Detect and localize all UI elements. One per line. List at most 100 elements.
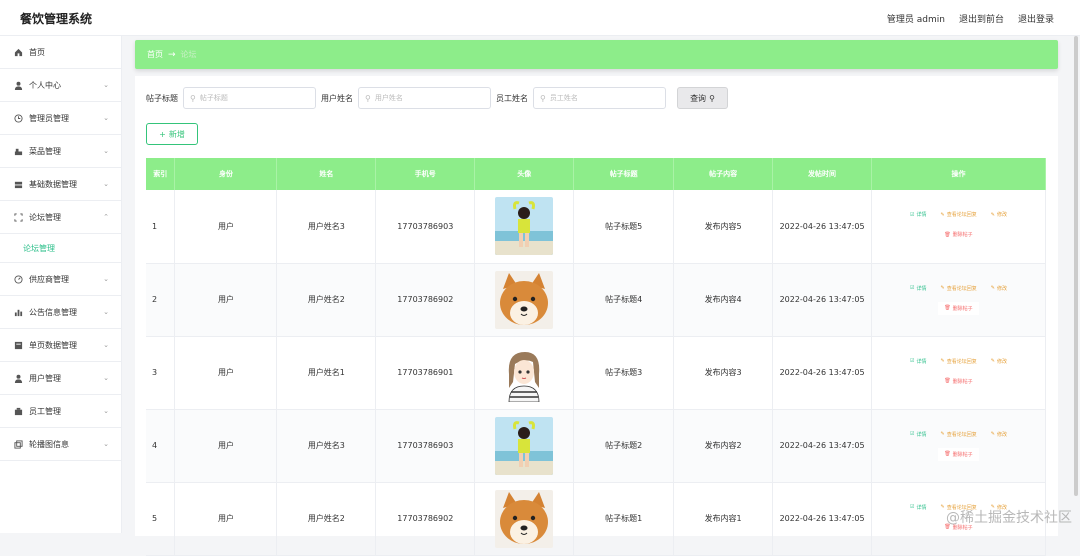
staff-search-placeholder: 员工姓名 (550, 93, 578, 103)
column-header[interactable]: 手机号 (376, 158, 475, 190)
breadcrumb: 首页 → 论坛 (135, 40, 1058, 69)
view-replies-button[interactable]: ✎查看论坛回复 (941, 285, 977, 292)
detail-button[interactable]: ☑详情 (910, 504, 927, 511)
delete-post-button[interactable]: 🗑删除帖子 (938, 375, 978, 388)
edit-label: 修改 (997, 358, 1007, 365)
view-replies-button[interactable]: ✎查看论坛回复 (941, 431, 977, 438)
add-button[interactable]: + 新增 (146, 123, 198, 145)
view-replies-label: 查看论坛回复 (947, 285, 977, 292)
delete-post-button[interactable]: 🗑删除帖子 (938, 302, 978, 315)
column-header[interactable]: 姓名 (277, 158, 376, 190)
column-header[interactable]: 头像 (475, 158, 574, 190)
chevron-down-icon: ⌄ (103, 275, 109, 283)
row-avatar-cell (475, 482, 574, 555)
check-icon: ☑ (910, 285, 914, 291)
chevron-down-icon: ⌄ (103, 308, 109, 316)
scrollbar[interactable] (1074, 36, 1078, 496)
avatar[interactable] (495, 271, 553, 329)
username-search-input[interactable]: ⚲ 用户姓名 (358, 87, 491, 109)
sidebar-item-home[interactable]: 首页 (0, 36, 121, 69)
row-title: 帖子标题4 (574, 263, 674, 336)
row-role: 用户 (175, 336, 277, 409)
column-header: 操作 (872, 158, 1046, 190)
row-ops-cell: ☑详情 ✎查看论坛回复 ✎修改 🗑删除帖子 (872, 336, 1046, 409)
column-header[interactable]: 帖子标题 (574, 158, 674, 190)
breadcrumb-home[interactable]: 首页 (147, 49, 163, 60)
column-header[interactable]: 发帖时间 (773, 158, 872, 190)
submenu-item-forum[interactable]: 论坛管理 (0, 234, 121, 263)
detail-button[interactable]: ☑详情 (910, 285, 927, 292)
trash-icon: 🗑 (944, 378, 950, 384)
sidebar-item-notices[interactable]: 公告信息管理 ⌄ (0, 296, 121, 329)
gauge-icon (13, 274, 23, 284)
title-search-input[interactable]: ⚲ 帖子标题 (183, 87, 316, 109)
sidebar-item-forum[interactable]: 论坛管理 ⌃ (0, 201, 121, 234)
delete-post-button[interactable]: 🗑删除帖子 (938, 228, 978, 241)
row-role: 用户 (175, 190, 277, 263)
sidebar-item-dishes[interactable]: 菜品管理 ⌄ (0, 135, 121, 168)
view-replies-button[interactable]: ✎查看论坛回复 (941, 358, 977, 365)
row-role: 用户 (175, 482, 277, 555)
sidebar-item-base-data[interactable]: 基础数据管理 ⌄ (0, 168, 121, 201)
detail-button[interactable]: ☑详情 (910, 358, 927, 365)
trash-icon: 🗑 (944, 232, 950, 238)
sidebar-item-staff[interactable]: 员工管理 ⌄ (0, 395, 121, 428)
check-icon: ☑ (910, 358, 914, 364)
submenu-item-label: 论坛管理 (23, 243, 55, 254)
plus-icon: + (159, 130, 166, 139)
database-icon (13, 179, 23, 189)
row-avatar-cell (475, 263, 574, 336)
row-content: 发布内容4 (674, 263, 773, 336)
row-phone: 17703786902 (376, 263, 475, 336)
row-content: 发布内容5 (674, 190, 773, 263)
staff-search-input[interactable]: ⚲ 员工姓名 (533, 87, 666, 109)
admin-label: 管理员 admin (887, 12, 945, 25)
sidebar-item-label: 基础数据管理 (29, 179, 77, 190)
arrow-right-icon: → (168, 50, 176, 60)
chevron-down-icon: ⌄ (103, 114, 109, 122)
chevron-down-icon: ⌄ (103, 374, 109, 382)
sidebar-item-users[interactable]: 用户管理 ⌄ (0, 362, 121, 395)
edit-button[interactable]: ✎修改 (991, 358, 1007, 365)
sidebar-item-suppliers[interactable]: 供应商管理 ⌄ (0, 263, 121, 296)
check-icon: ☑ (910, 504, 914, 510)
username-search-label: 用户姓名 (321, 93, 353, 104)
delete-post-button[interactable]: 🗑删除帖子 (938, 448, 978, 461)
row-avatar-cell (475, 409, 574, 482)
pencil-icon: ✎ (991, 431, 995, 437)
detail-button[interactable]: ☑详情 (910, 431, 927, 438)
edit-button[interactable]: ✎修改 (991, 211, 1007, 218)
row-content: 发布内容3 (674, 336, 773, 409)
to-front-link[interactable]: 退出到前台 (959, 12, 1004, 25)
row-index: 3 (146, 336, 175, 409)
sidebar-item-profile[interactable]: 个人中心 ⌄ (0, 69, 121, 102)
column-header[interactable]: 帖子内容 (674, 158, 773, 190)
sidebar-item-carousel[interactable]: 轮播图信息 ⌄ (0, 428, 121, 461)
breadcrumb-current: 论坛 (181, 49, 197, 60)
edit-button[interactable]: ✎修改 (991, 285, 1007, 292)
row-title: 帖子标题2 (574, 409, 674, 482)
row-index: 1 (146, 190, 175, 263)
row-time: 2022-04-26 13:47:05 (773, 190, 872, 263)
logout-link[interactable]: 退出登录 (1018, 12, 1054, 25)
avatar[interactable] (495, 197, 553, 255)
table-row: 3用户用户姓名117703786901帖子标题3发布内容32022-04-26 … (146, 336, 1046, 409)
detail-button[interactable]: ☑详情 (910, 211, 927, 218)
row-avatar-cell (475, 336, 574, 409)
avatar[interactable] (495, 344, 553, 402)
content-panel: 帖子标题 ⚲ 帖子标题 用户姓名 ⚲ 用户姓名 员工姓名 ⚲ 员工姓名 查询 ⚲… (135, 76, 1058, 536)
avatar[interactable] (495, 417, 553, 475)
sidebar-item-single-page[interactable]: 单页数据管理 ⌄ (0, 329, 121, 362)
table-row: 4用户用户姓名317703786903帖子标题2发布内容22022-04-26 … (146, 409, 1046, 482)
search-button[interactable]: 查询 ⚲ (677, 87, 728, 109)
dish-icon (13, 146, 23, 156)
column-header[interactable]: 身份 (175, 158, 277, 190)
view-replies-button[interactable]: ✎查看论坛回复 (941, 211, 977, 218)
sidebar-item-label: 单页数据管理 (29, 340, 77, 351)
sidebar-item-label: 菜品管理 (29, 146, 61, 157)
edit-button[interactable]: ✎修改 (991, 431, 1007, 438)
column-header[interactable]: 索引 (146, 158, 175, 190)
check-icon: ☑ (910, 212, 914, 218)
sidebar-item-admin[interactable]: 管理员管理 ⌄ (0, 102, 121, 135)
avatar[interactable] (495, 490, 553, 548)
